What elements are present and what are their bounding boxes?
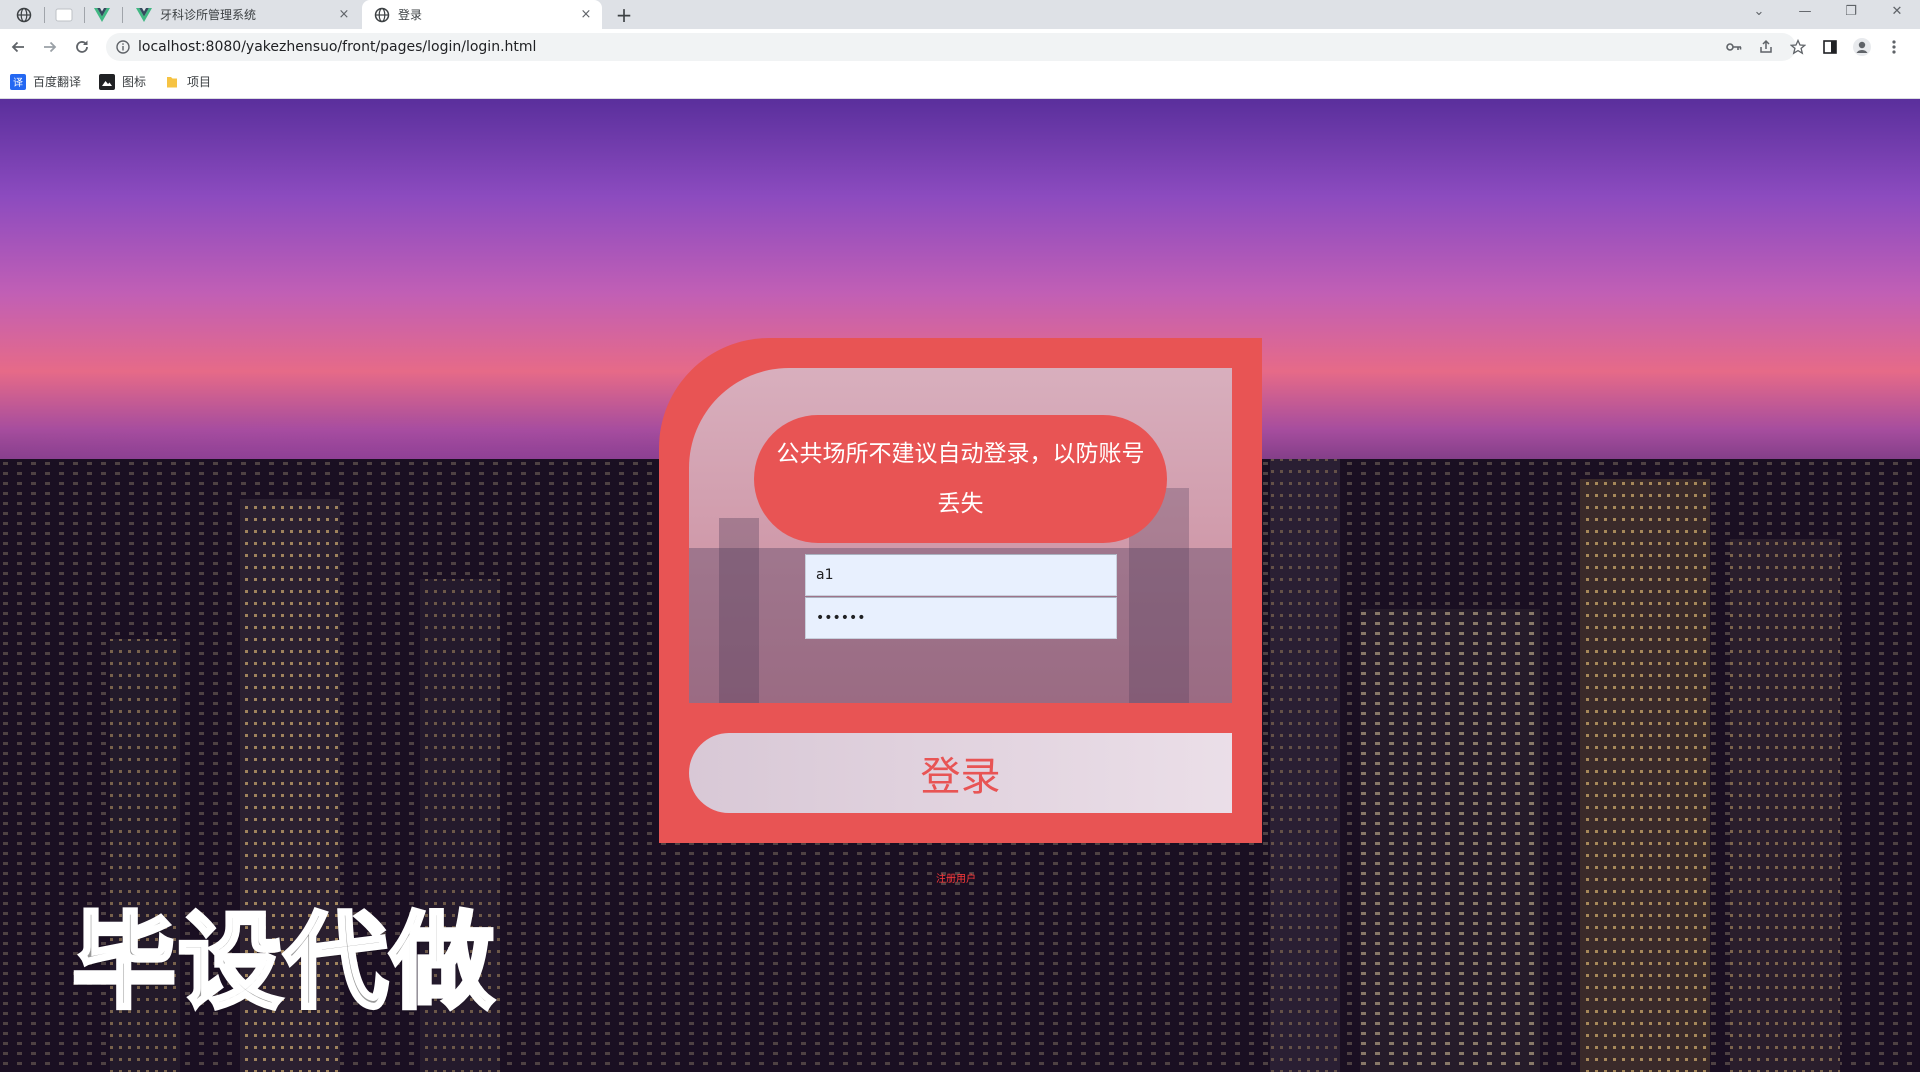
back-button[interactable] <box>6 35 30 59</box>
login-button[interactable]: 登录 <box>689 733 1232 813</box>
tab-strip: 牙科诊所管理系统 × 登录 × + ⌄ — ❐ ✕ <box>0 0 1920 29</box>
pinned-tab-globe[interactable] <box>4 0 44 29</box>
watermark-text: 毕设代做 <box>70 899 497 1025</box>
pinned-tab-vue[interactable] <box>82 0 122 29</box>
bookmarks-bar: 译 百度翻译 图标 项目 <box>0 65 1920 99</box>
tab-title: 牙科诊所管理系统 <box>160 8 257 22</box>
vue-logo-icon <box>136 7 152 22</box>
key-icon[interactable] <box>1718 35 1750 59</box>
globe-icon <box>374 7 390 22</box>
page-background: 公共场所不建议自动登录，以防账号丢失 登录 注册用户 毕设代做 <box>0 99 1920 1072</box>
forward-button[interactable] <box>38 35 62 59</box>
folder-icon <box>164 74 180 90</box>
reload-icon <box>76 40 88 53</box>
browser-chrome: 牙科诊所管理系统 × 登录 × + ⌄ — ❐ ✕ localhost:8080… <box>0 0 1920 99</box>
toolbar-actions <box>1718 35 1910 59</box>
bookmark-baidu-translate[interactable]: 译 百度翻译 <box>10 73 81 90</box>
share-icon[interactable] <box>1750 35 1782 59</box>
globe-icon <box>16 7 32 22</box>
close-icon[interactable]: × <box>578 7 594 23</box>
login-card: 公共场所不建议自动登录，以防账号丢失 登录 <box>659 338 1262 843</box>
login-form-panel: 公共场所不建议自动登录，以防账号丢失 <box>689 368 1232 703</box>
tab-dental-system[interactable]: 牙科诊所管理系统 × <box>124 0 360 29</box>
vue-logo-icon <box>94 7 110 22</box>
bookmark-label: 图标 <box>122 75 147 89</box>
bookmark-projects[interactable]: 项目 <box>164 73 211 90</box>
tab-separator <box>122 7 123 23</box>
blank-page-icon <box>55 8 73 21</box>
bookmark-label: 项目 <box>187 75 212 89</box>
restore-icon[interactable]: ❐ <box>1828 4 1874 19</box>
tab-search-icon[interactable]: ⌄ <box>1736 4 1782 19</box>
window-controls: ⌄ — ❐ ✕ <box>1736 0 1920 22</box>
image-icon <box>99 73 116 90</box>
new-tab-button[interactable]: + <box>612 3 636 27</box>
arrow-right-icon <box>44 41 57 53</box>
side-panel-icon[interactable] <box>1814 35 1846 59</box>
translate-icon: 译 <box>10 73 26 90</box>
toolbar: localhost:8080/yakezhensuo/front/pages/l… <box>0 29 1920 65</box>
register-link[interactable]: 注册用户 <box>936 870 976 885</box>
pinned-tab-blank[interactable] <box>44 0 84 29</box>
arrow-left-icon <box>11 41 24 53</box>
tab-login[interactable]: 登录 × <box>362 0 602 29</box>
close-icon[interactable]: × <box>336 7 352 23</box>
menu-kebab-icon[interactable] <box>1878 35 1910 59</box>
tab-title: 登录 <box>398 8 423 22</box>
reload-button[interactable] <box>70 35 94 59</box>
address-bar[interactable]: localhost:8080/yakezhensuo/front/pages/l… <box>106 33 1796 61</box>
star-icon[interactable] <box>1782 35 1814 59</box>
password-input[interactable] <box>805 597 1117 639</box>
info-icon[interactable] <box>116 40 130 54</box>
bookmark-label: 百度翻译 <box>33 75 82 89</box>
profile-avatar-icon[interactable] <box>1846 35 1878 59</box>
close-window-icon[interactable]: ✕ <box>1874 4 1920 19</box>
username-input[interactable] <box>805 554 1117 596</box>
url-text: localhost:8080/yakezhensuo/front/pages/l… <box>138 39 537 55</box>
minimize-icon[interactable]: — <box>1782 4 1828 19</box>
auto-login-warning: 公共场所不建议自动登录，以防账号丢失 <box>754 415 1167 543</box>
bookmark-icons[interactable]: 图标 <box>99 73 146 90</box>
